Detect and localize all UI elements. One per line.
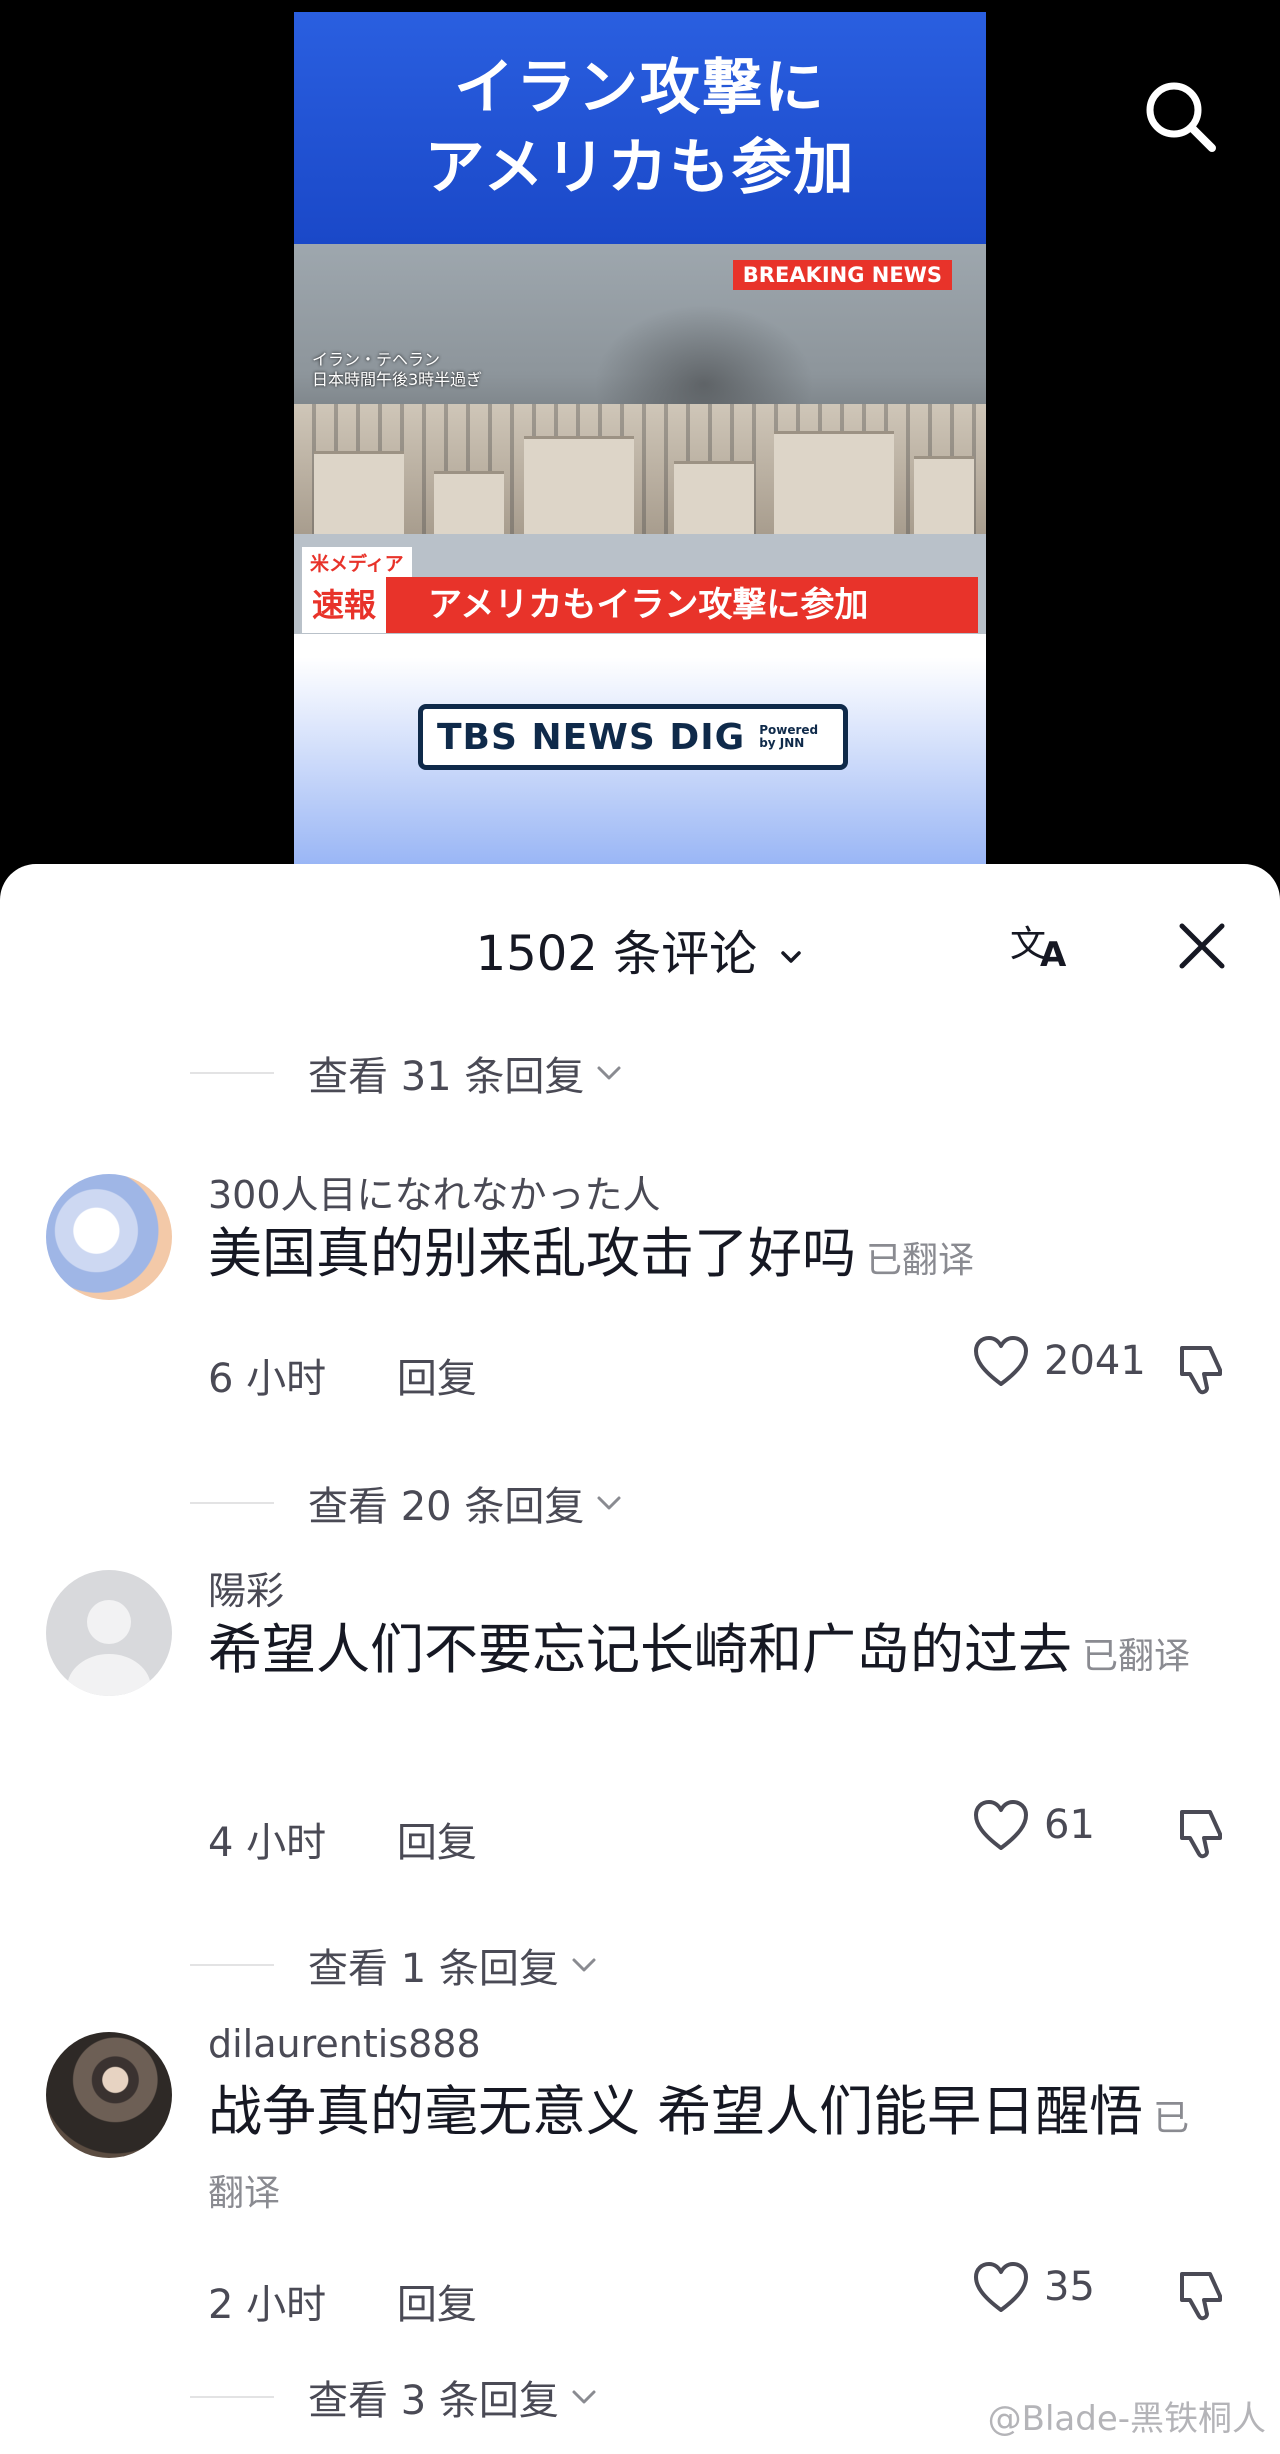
headline-banner: イラン攻撃に アメリカも参加 [294,12,986,244]
video-thumbnail[interactable]: イラン攻撃に アメリカも参加 BREAKING NEWS イラン・テヘラン 日本… [294,12,986,870]
view-replies-label: 查看 3 条回复 [308,2378,559,2424]
divider-line [190,1072,274,1074]
comment-text: 美国真的别来乱攻击了好吗 已翻译 [208,1222,975,1285]
dislike-icon[interactable] [1172,2266,1232,2326]
chevron-down-icon [572,2390,596,2404]
comment-count: 1502 条评论 [475,926,758,982]
heart-icon [974,2262,1028,2312]
comment-time: 6 小时 [208,1356,327,1402]
chevron-down-icon [597,1496,621,1510]
comment-username[interactable]: 陽彩 [208,1560,284,1615]
reply-button[interactable]: 回复 [397,2282,477,2328]
comment-meta: 2 小时 回复 [208,2272,477,2330]
like-count: 2041 [1044,1338,1146,1384]
logo-powered: Powered by JNN [759,723,819,750]
avatar[interactable] [46,1174,172,1300]
comments-sheet: 1502 条评论 文 A 查看 31 条回复 300人目になれなかった人 美国真… [0,864,1280,2454]
ticker-text: アメリカもイラン攻撃に参加 [386,577,978,633]
headline-line-1: イラン攻撃に [454,53,826,123]
translate-icon[interactable]: 文 A [1010,916,1076,982]
comment-meta: 4 小时 回复 [208,1810,477,1868]
close-icon[interactable] [1172,916,1232,976]
translated-label[interactable]: 已翻译 [866,1240,974,1281]
breaking-news-badge: BREAKING NEWS [732,260,952,290]
view-replies-button[interactable]: 查看 3 条回复 [190,2372,599,2424]
ticker-tag: 速報 [302,577,387,633]
comment-text: 希望人们不要忘记长崎和广岛的过去 已翻译 [208,1618,1191,1681]
reply-button[interactable]: 回复 [397,1820,477,1866]
view-replies-button[interactable]: 查看 31 条回复 [190,1048,624,1100]
dislike-icon[interactable] [1172,1804,1232,1864]
comment-text: 战争真的毫无意义 希望人们能早日醒悟 已翻译 [208,2080,1190,2214]
city-skyline [294,404,986,534]
watermark: @Blade-黑铁桐人 [987,2399,1266,2439]
like-count: 61 [1044,1802,1095,1848]
news-ticker: 速報 アメリカもイラン攻撃に参加 [302,577,978,633]
heart-icon [974,1800,1028,1850]
lower-panel: TBS NEWS DIG Powered by JNN [294,634,986,870]
view-replies-button[interactable]: 查看 20 条回复 [190,1478,624,1530]
divider-line [190,1502,274,1504]
avatar[interactable] [46,1570,172,1696]
divider-line [190,1964,274,1966]
chevron-down-icon [572,1958,596,1972]
logo-text: TBS NEWS DIG [437,716,746,758]
comment-username[interactable]: 300人目になれなかった人 [208,1164,661,1219]
view-replies-button[interactable]: 查看 1 条回复 [190,1940,599,1992]
headline-line-2: アメリカも参加 [424,133,856,203]
ticker-source: 米メディア [302,547,412,578]
dislike-icon[interactable] [1172,1340,1232,1400]
like-button[interactable]: 61 [972,1798,1095,1852]
location-caption: イラン・テヘラン 日本時間午後3時半過ぎ [312,350,482,390]
avatar[interactable] [46,2032,172,2158]
svg-text:A: A [1040,935,1067,975]
heart-icon [974,1336,1028,1386]
comment-time: 2 小时 [208,2282,327,2328]
default-avatar-icon [67,1600,151,1696]
divider-line [190,2396,274,2398]
like-count: 35 [1044,2264,1095,2310]
comment-time: 4 小时 [208,1820,327,1866]
like-button[interactable]: 35 [972,2260,1095,2314]
reply-button[interactable]: 回复 [397,1356,477,1402]
comment-meta: 6 小时 回复 [208,1346,477,1404]
search-icon[interactable] [1140,76,1220,156]
view-replies-label: 查看 1 条回复 [308,1946,559,1992]
comment-username[interactable]: dilaurentis888 [208,2022,481,2066]
video-player[interactable]: イラン攻撃に アメリカも参加 BREAKING NEWS イラン・テヘラン 日本… [0,0,1280,870]
chevron-down-icon [597,1066,621,1080]
location-line-2: 日本時間午後3時半過ぎ [312,370,483,389]
like-button[interactable]: 2041 [972,1334,1146,1388]
comment-count-dropdown[interactable]: 1502 条评论 [0,914,1280,984]
tbs-news-logo: TBS NEWS DIG Powered by JNN [418,704,848,770]
view-replies-label: 查看 20 条回复 [308,1484,585,1530]
location-line-1: イラン・テヘラン [312,350,441,369]
comments-header: 1502 条评论 文 A [0,864,1280,1014]
chevron-down-icon [781,951,802,963]
translated-label[interactable]: 已翻译 [1082,1636,1190,1677]
view-replies-label: 查看 31 条回复 [308,1054,585,1100]
